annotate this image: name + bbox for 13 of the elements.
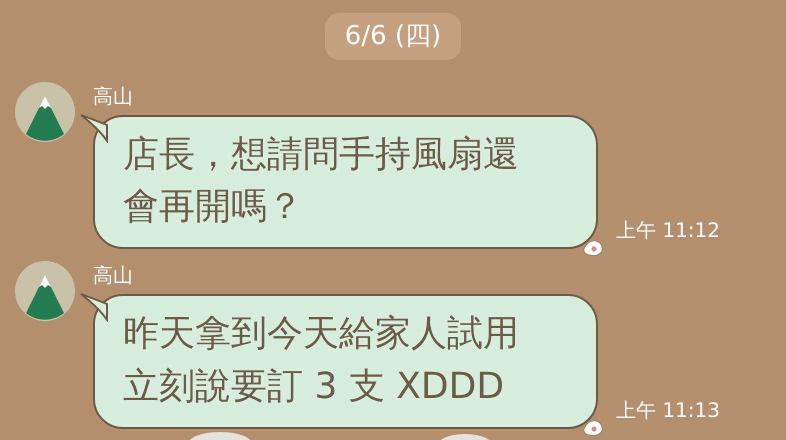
date-divider: 6/6 (四) [324,13,462,60]
sticker-icon [582,239,604,258]
message-time: 上午 11:13 [616,396,720,424]
message-time: 上午 11:12 [616,217,720,244]
message-bubble: 店長，想請問手持風扇還 會再開嗎？ [93,115,598,250]
avatar-icon[interactable] [15,82,75,142]
sticker-icon [582,418,604,437]
sender-name: 高山 [93,86,134,106]
bubble-tail [79,113,109,144]
avatar-icon[interactable] [15,261,75,322]
message-bubble: 昨天拿到今天給家人試用 立刻說要訂 3 支 XDDD [93,294,598,429]
sender-name: 高山 [93,265,134,286]
bubble-tail [79,292,109,322]
